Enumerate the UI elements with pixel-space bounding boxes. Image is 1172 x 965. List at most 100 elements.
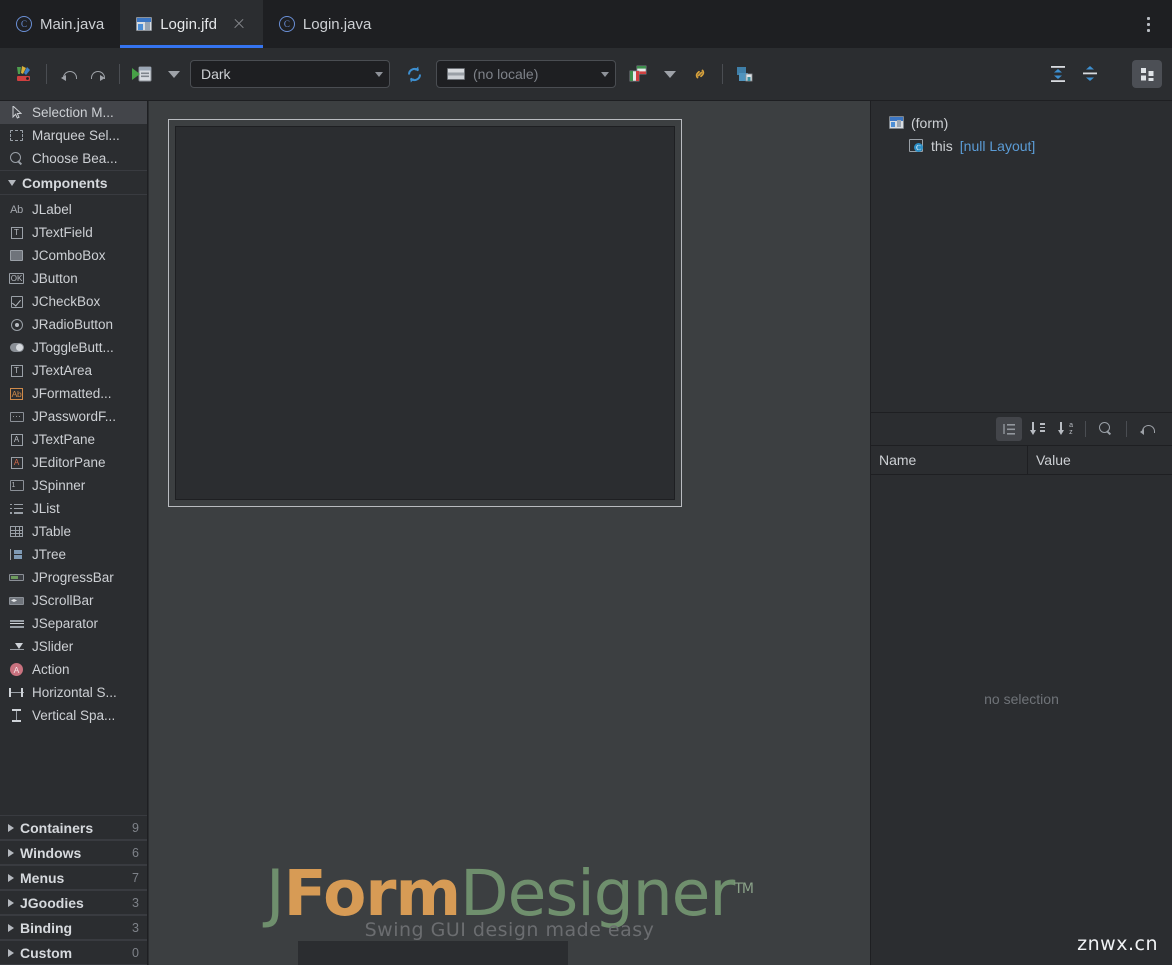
sort-alphabetically-button[interactable]: az	[1052, 417, 1078, 441]
trademark-symbol: TM	[734, 881, 754, 897]
palette-item-jspinner[interactable]: 1 JSpinner	[0, 474, 147, 497]
jeditorpane-icon: A	[8, 456, 25, 469]
palette-item-jeditorpane[interactable]: A JEditorPane	[0, 451, 147, 474]
group-by-category-button[interactable]	[996, 417, 1022, 441]
palette-tool-marquee-selection[interactable]: Marquee Sel...	[0, 124, 147, 147]
palette-group-windows[interactable]: Windows 6	[0, 840, 147, 865]
palette-group-components[interactable]: Components	[0, 170, 147, 195]
palette-item-jslider[interactable]: JSlider	[0, 635, 147, 658]
palette-item-jlist[interactable]: JList	[0, 497, 147, 520]
column-header-value[interactable]: Value	[1028, 446, 1172, 474]
action-icon: A	[8, 663, 25, 676]
palette-item-jscrollbar[interactable]: ◂▸ JScrollBar	[0, 589, 147, 612]
chevron-down-icon	[8, 179, 16, 186]
palette-item-jtextarea[interactable]: T JTextArea	[0, 359, 147, 382]
palette-item-label: JTable	[32, 524, 72, 539]
logo-wordmark: JFormDesignerTM	[266, 862, 754, 925]
refresh-button[interactable]	[400, 60, 428, 88]
palette-item-jtextfield[interactable]: T JTextField	[0, 221, 147, 244]
export-layout-button[interactable]	[731, 60, 759, 88]
more-options-icon[interactable]	[1134, 0, 1162, 48]
palette-item-label: JEditorPane	[32, 455, 106, 470]
palette-group-count: 7	[132, 870, 139, 885]
palette-item-jtable[interactable]: JTable	[0, 520, 147, 543]
tab-login-jfd[interactable]: Login.jfd	[120, 0, 263, 48]
palette-group-binding[interactable]: Binding 3	[0, 915, 147, 940]
palette-item-label: JButton	[32, 271, 78, 286]
palette-item-horizontal-strut[interactable]: Horizontal S...	[0, 681, 147, 704]
restore-default-button[interactable]	[1134, 417, 1160, 441]
palette-item-jradiobutton[interactable]: JRadioButton	[0, 313, 147, 336]
palette-group-count: 3	[132, 895, 139, 910]
localization-dropdown[interactable]	[652, 60, 680, 88]
jslider-icon	[8, 641, 25, 652]
structure-row-label: (form)	[911, 114, 949, 131]
cursor-icon	[8, 106, 25, 119]
palette-item-jcombobox[interactable]: JComboBox	[0, 244, 147, 267]
structure-row-label: this	[931, 137, 953, 154]
palette-item-jlabel[interactable]: Ab JLabel	[0, 198, 147, 221]
palette-item-jtree[interactable]: JTree	[0, 543, 147, 566]
palette-tool-selection-mode[interactable]: Selection M...	[0, 101, 147, 124]
palette-group-containers[interactable]: Containers 9	[0, 815, 147, 840]
palette-item-jcheckbox[interactable]: JCheckBox	[0, 290, 147, 313]
toolbar-divider	[1085, 421, 1086, 437]
properties-header: Name Value	[871, 446, 1172, 475]
align-top-button[interactable]	[1076, 60, 1104, 88]
palette-group-menus[interactable]: Menus 7	[0, 865, 147, 890]
palette-item-jpasswordfield[interactable]: JPasswordF...	[0, 405, 147, 428]
palette-group-label: Custom	[20, 944, 73, 961]
palette-group-label: JGoodies	[20, 894, 84, 911]
tab-label: Main.java	[40, 15, 105, 33]
externalize-strings-button[interactable]	[624, 60, 652, 88]
structure-row-form[interactable]: (form)	[871, 111, 1172, 134]
palette-tool-choose-bean[interactable]: Choose Bea...	[0, 147, 147, 170]
palette-icon[interactable]	[10, 60, 38, 88]
look-and-feel-select[interactable]: Dark	[190, 60, 390, 88]
test-form-dropdown[interactable]	[156, 60, 184, 88]
structure-row-this[interactable]: C this [null Layout]	[871, 134, 1172, 157]
structure-tree[interactable]: (form) C this [null Layout]	[871, 101, 1172, 412]
palette-item-vertical-strut[interactable]: Vertical Spa...	[0, 704, 147, 727]
palette-item-label: JTree	[32, 547, 67, 562]
show-grid-toggle[interactable]	[1132, 60, 1162, 88]
refresh-icon	[407, 66, 421, 82]
palette-item-jtogglebutton[interactable]: JToggleButt...	[0, 336, 147, 359]
redo-icon	[88, 67, 106, 81]
palette-group-jgoodies[interactable]: JGoodies 3	[0, 890, 147, 915]
palette-item-jbutton[interactable]: OK JButton	[0, 267, 147, 290]
editor-tab-bar: C Main.java Login.jfd C Login.java	[0, 0, 1172, 48]
test-form-button[interactable]	[128, 60, 156, 88]
close-icon[interactable]	[231, 16, 247, 32]
chevron-right-icon	[8, 848, 14, 857]
design-canvas[interactable]: JFormDesignerTM Swing GUI design made ea…	[149, 101, 870, 965]
tab-main-java[interactable]: C Main.java	[0, 0, 120, 48]
undo-button[interactable]	[55, 60, 83, 88]
structure-row-layout: [null Layout]	[959, 137, 1036, 154]
search-icon	[1098, 421, 1114, 437]
jprogressbar-icon	[8, 574, 25, 581]
form-surface[interactable]	[175, 126, 675, 500]
palette-item-label: JToggleButt...	[32, 340, 114, 355]
tab-login-java[interactable]: C Login.java	[263, 0, 387, 48]
sort-by-definition-button[interactable]	[1024, 417, 1050, 441]
link-selection-button[interactable]	[686, 60, 714, 88]
column-header-name[interactable]: Name	[871, 446, 1028, 474]
center-vertically-button[interactable]	[1044, 60, 1072, 88]
palette-item-jformattedtextfield[interactable]: Ab JFormatted...	[0, 382, 147, 405]
palette-collapsed-groups: Containers 9 Windows 6 Menus 7 JGoodies …	[0, 815, 147, 965]
jlist-icon	[8, 503, 25, 514]
jspinner-icon: 1	[8, 480, 25, 491]
palette-item-jtextpane[interactable]: A JTextPane	[0, 428, 147, 451]
find-property-button[interactable]	[1093, 417, 1119, 441]
palette-group-custom[interactable]: Custom 0	[0, 940, 147, 965]
palette-item-action[interactable]: A Action	[0, 658, 147, 681]
palette-item-label: JSpinner	[32, 478, 86, 493]
palette-item-jprogressbar[interactable]: JProgressBar	[0, 566, 147, 589]
form-frame[interactable]	[168, 119, 682, 507]
palette-item-jseparator[interactable]: JSeparator	[0, 612, 147, 635]
component-palette[interactable]: Selection M... Marquee Sel... Choose Bea…	[0, 101, 148, 965]
grid-icon	[1140, 67, 1153, 81]
redo-button[interactable]	[83, 60, 111, 88]
locale-select[interactable]: (no locale)	[436, 60, 616, 88]
